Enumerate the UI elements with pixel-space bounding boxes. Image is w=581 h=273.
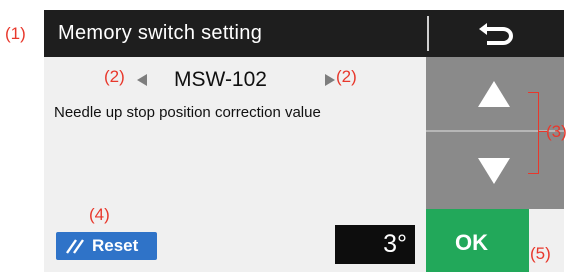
title-bar: Memory switch setting [44, 10, 564, 57]
value-text: 3° [383, 230, 407, 258]
callout-5: (5) [530, 244, 551, 263]
triangle-right-icon[interactable] [325, 74, 335, 86]
value-display: 3° [335, 225, 415, 264]
reset-label: Reset [92, 236, 139, 255]
title-separator [427, 16, 429, 51]
triangle-left-icon[interactable] [137, 74, 147, 86]
callout-3: (3) [546, 122, 567, 141]
triangle-up-icon [478, 81, 510, 107]
back-button[interactable] [430, 10, 564, 57]
memory-switch-id: MSW-102 [174, 68, 267, 91]
return-arrow-icon [479, 23, 513, 45]
ok-button[interactable]: OK [426, 209, 529, 272]
up-down-panel [426, 57, 564, 209]
callout-4: (4) [89, 205, 110, 224]
callout-2-right: (2) [336, 67, 357, 86]
callout-3-bracket [528, 92, 539, 174]
down-button[interactable] [426, 132, 564, 209]
triangle-down-icon [478, 158, 510, 184]
callout-1: (1) [5, 24, 26, 43]
reset-slash-icon [66, 239, 84, 254]
ok-label: OK [455, 230, 488, 255]
up-button[interactable] [426, 57, 564, 130]
callout-2-left: (2) [104, 67, 125, 86]
screen-title: Memory switch setting [58, 22, 263, 44]
reset-button[interactable]: Reset [56, 232, 157, 260]
switch-description: Needle up stop position correction value [54, 104, 321, 121]
